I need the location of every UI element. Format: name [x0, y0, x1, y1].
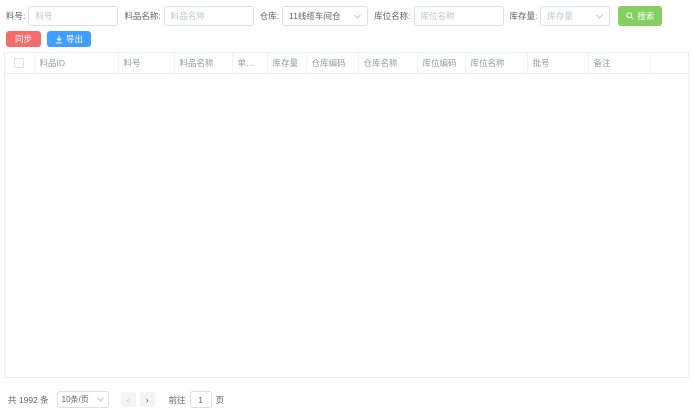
chevron-down-icon: [97, 397, 104, 402]
search-button[interactable]: 搜索: [618, 6, 662, 26]
prev-page-button[interactable]: ‹: [121, 392, 136, 407]
filter-bar: 料号: 料品名称: 仓库: 11线缆车间仓 库位名称: 库存量: 库存量 搜索: [0, 0, 693, 26]
search-icon: [626, 12, 634, 20]
warehouse-select[interactable]: 11线缆车间仓: [282, 6, 368, 26]
item-name-input[interactable]: [164, 6, 254, 26]
column-header: 单位名称: [232, 53, 267, 73]
pagination-bar: 共 1992 条 10条/页 ‹ › 前往 页: [0, 378, 693, 408]
export-button[interactable]: 导出: [47, 31, 91, 47]
goto-page-input[interactable]: [190, 391, 212, 408]
export-button-label: 导出: [66, 33, 83, 45]
chevron-down-icon: [596, 14, 603, 19]
select-all-checkbox[interactable]: [14, 58, 24, 68]
header-checkbox-cell: [5, 53, 34, 73]
goto-label: 前往: [169, 394, 186, 406]
column-header: 备注: [588, 53, 650, 73]
stock-qty-label: 库存量:: [510, 10, 538, 22]
stock-qty-select-placeholder: 库存量: [547, 10, 573, 22]
goto-page: 前往 页: [169, 391, 225, 408]
pager: ‹ ›: [119, 392, 157, 407]
column-header: 批号: [527, 53, 588, 73]
column-header: 料品ID: [34, 53, 118, 73]
warehouse-select-value: 11线缆车间仓: [289, 10, 340, 22]
column-header: 料号: [118, 53, 174, 73]
column-header: 仓库名称: [358, 53, 417, 73]
item-name-label: 料品名称:: [124, 10, 160, 22]
part-no-label: 料号:: [6, 10, 25, 22]
goto-suffix: 页: [216, 394, 225, 406]
part-no-input[interactable]: [28, 6, 118, 26]
page-size-value: 10条/页: [62, 394, 89, 405]
column-header: 库位名称: [465, 53, 527, 73]
sync-button[interactable]: 同步: [6, 31, 41, 47]
sync-button-label: 同步: [15, 33, 32, 45]
search-button-label: 搜索: [637, 10, 654, 22]
column-header: 料品名称: [174, 53, 232, 73]
total-count: 共 1992 条: [8, 394, 49, 406]
loc-name-input[interactable]: [414, 6, 504, 26]
page-size-select[interactable]: 10条/页: [57, 391, 109, 408]
toolbar: 同步 导出: [0, 26, 693, 47]
column-header: 库存量: [267, 53, 306, 73]
download-icon: [55, 35, 63, 44]
next-page-button[interactable]: ›: [140, 392, 155, 407]
stock-qty-select[interactable]: 库存量: [540, 6, 610, 26]
column-header: 库位编码: [417, 53, 465, 73]
inventory-table: 料品ID料号料品名称单位名称库存量仓库编码仓库名称库位编码库位名称批号备注: [4, 52, 689, 378]
column-header: 仓库编码: [306, 53, 358, 73]
table-header-row: 料品ID料号料品名称单位名称库存量仓库编码仓库名称库位编码库位名称批号备注: [5, 53, 688, 73]
loc-name-label: 库位名称:: [374, 10, 410, 22]
warehouse-label: 仓库:: [260, 10, 279, 22]
chevron-down-icon: [354, 14, 361, 19]
